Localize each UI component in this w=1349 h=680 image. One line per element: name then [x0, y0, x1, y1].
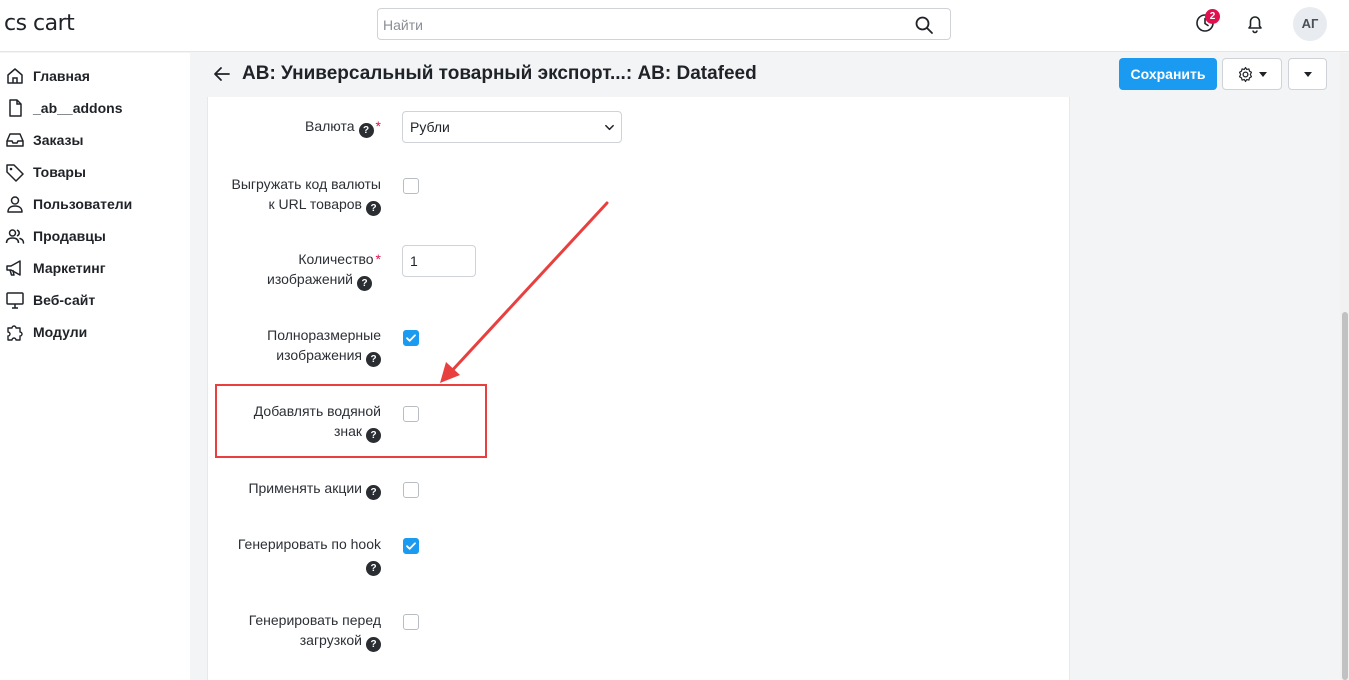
sidebar-item-users[interactable]: Пользователи	[5, 192, 185, 216]
generate-by-hook-label: Генерировать по hook?	[237, 536, 381, 576]
help-icon[interactable]: ?	[358, 123, 374, 138]
sidebar-item-label: Главная	[33, 68, 90, 84]
tag-icon	[6, 164, 24, 182]
required-mark: *	[375, 251, 381, 267]
currency-select-value: Рубли	[410, 119, 450, 135]
gear-icon	[1238, 66, 1253, 83]
help-icon[interactable]: ?	[366, 352, 381, 367]
checkmark-icon	[406, 542, 416, 550]
puzzle-icon	[7, 325, 23, 341]
caret-down-icon	[1259, 72, 1267, 77]
caret-down-icon	[1304, 72, 1312, 77]
search-box[interactable]	[377, 8, 951, 40]
avatar[interactable]: АГ	[1293, 7, 1327, 41]
more-actions-button[interactable]	[1288, 58, 1327, 90]
save-button[interactable]: Сохранить	[1119, 58, 1217, 90]
sidebar-item-addons[interactable]: _ab__addons	[5, 96, 185, 120]
help-icon[interactable]: ?	[357, 276, 372, 291]
search-icon[interactable]	[914, 15, 934, 35]
chevron-down-icon	[605, 124, 614, 131]
sidebar-item-label: Модули	[33, 324, 88, 340]
generate-before-download-label: Генерировать перед загрузкой?	[248, 612, 381, 652]
sidebar-item-label: Веб-сайт	[33, 292, 96, 308]
sidebar-item-vendors[interactable]: Продавцы	[5, 224, 185, 248]
sidebar-item-products[interactable]: Товары	[5, 160, 185, 184]
monitor-icon	[6, 292, 24, 309]
megaphone-icon	[6, 260, 21, 276]
full-size-images-label: Полноразмерные изображения?	[267, 327, 381, 367]
sidebar-item-label: Заказы	[33, 132, 84, 148]
generate-by-hook-checkbox[interactable]	[403, 538, 419, 554]
currency-select[interactable]: Рубли	[402, 111, 622, 143]
users-icon	[5, 229, 25, 244]
sidebar-item-label: Маркетинг	[33, 260, 106, 276]
currency-label: Валюта? *	[305, 118, 381, 138]
inbox-icon	[6, 133, 24, 147]
bell-icon[interactable]	[1244, 12, 1266, 34]
images-count-label: Количество * изображений?	[267, 251, 381, 291]
search-input[interactable]	[383, 15, 903, 35]
annotation-arrow	[440, 201, 609, 383]
sidebar-item-label: Продавцы	[33, 228, 106, 244]
home-icon	[7, 68, 23, 84]
notification-badge: 2	[1205, 9, 1220, 24]
generate-before-download-checkbox[interactable]	[403, 614, 419, 630]
full-size-images-checkbox[interactable]	[403, 330, 419, 346]
sidebar: Главная _ab__addons Заказы Товары Пользо…	[0, 53, 190, 680]
help-icon[interactable]: ?	[366, 561, 381, 576]
settings-dropdown-button[interactable]	[1222, 58, 1282, 90]
help-icon[interactable]: ?	[366, 201, 381, 216]
back-arrow-icon[interactable]	[212, 64, 232, 84]
logo[interactable]: cs cart	[4, 11, 75, 36]
export-currency-code-checkbox[interactable]	[403, 178, 419, 194]
sidebar-item-modules[interactable]: Модули	[5, 320, 185, 344]
file-icon	[9, 99, 22, 117]
help-icon[interactable]: ?	[366, 637, 381, 652]
sidebar-item-website[interactable]: Веб-сайт	[5, 288, 185, 312]
scrollbar-thumb[interactable]	[1342, 312, 1348, 680]
help-icon[interactable]: ?	[366, 485, 381, 500]
checkmark-icon	[406, 334, 416, 342]
sidebar-item-label: Товары	[33, 164, 86, 180]
page-title: AB: Универсальный товарный экспорт...: A…	[242, 63, 757, 84]
sidebar-item-home[interactable]: Главная	[5, 64, 185, 88]
sidebar-item-label: Пользователи	[33, 196, 133, 212]
top-header: cs cart 2 АГ	[0, 0, 1349, 52]
export-currency-code-label: Выгружать код валюты к URL товаров?	[231, 176, 381, 216]
annotation-highlight-box	[215, 384, 487, 458]
required-mark: *	[375, 118, 381, 134]
user-icon	[7, 196, 23, 213]
sidebar-item-marketing[interactable]: Маркетинг	[5, 256, 185, 280]
apply-promotions-label: Применять акции?	[248, 478, 381, 500]
sidebar-item-label: _ab__addons	[33, 100, 123, 116]
sidebar-item-orders[interactable]: Заказы	[5, 128, 185, 152]
apply-promotions-checkbox[interactable]	[403, 482, 419, 498]
